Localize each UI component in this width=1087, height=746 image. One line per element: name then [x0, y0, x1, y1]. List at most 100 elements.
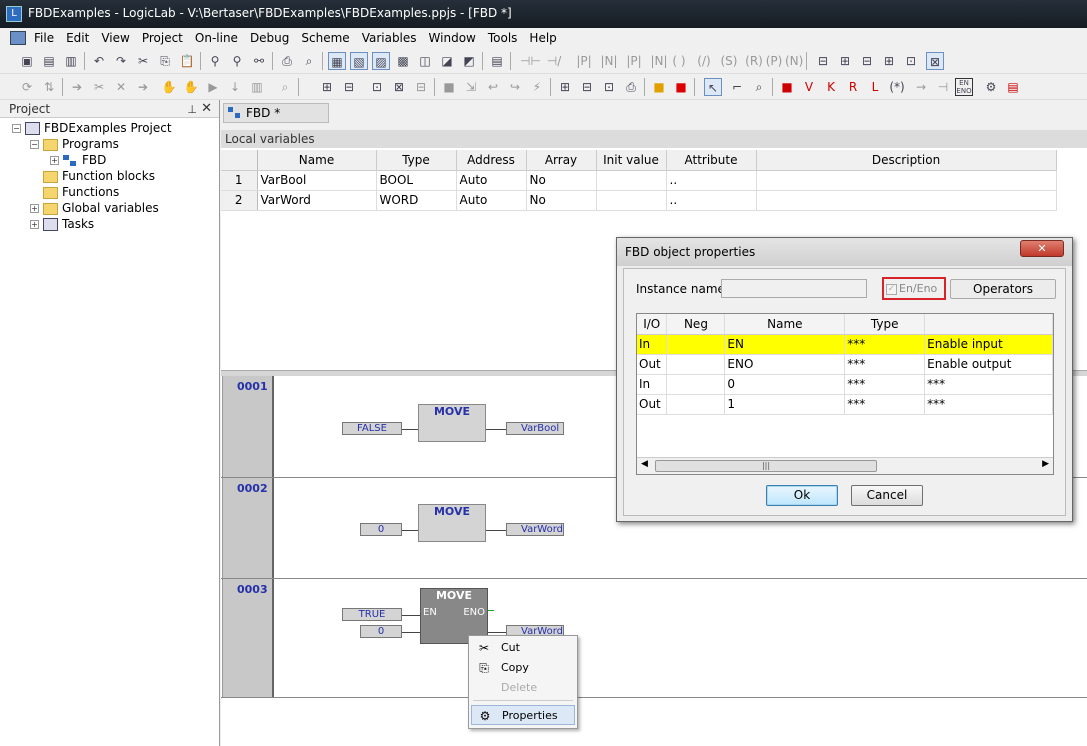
find-icon[interactable]: ⚲	[206, 52, 224, 70]
view-output-icon[interactable]: ▨	[372, 52, 390, 70]
tree-fbd[interactable]: + FBD	[50, 152, 106, 168]
grid-icon[interactable]: ⊠	[926, 52, 944, 70]
paste-icon[interactable]: 📋	[178, 52, 196, 70]
new-project-icon[interactable]: ▣	[18, 52, 36, 70]
horizontal-scrollbar[interactable]: ◀ ||| ▶	[637, 457, 1053, 474]
view-debug-icon[interactable]: ◪	[438, 52, 456, 70]
hand-all-icon[interactable]: ✋	[182, 78, 200, 96]
jump-icon[interactable]: ⇲	[462, 78, 480, 96]
menu-scheme[interactable]: Scheme	[295, 28, 355, 48]
align-top-icon[interactable]: ⊟	[858, 52, 876, 70]
table-row[interactable]: Out 1 *** ***	[637, 394, 1053, 415]
open-project-icon[interactable]: ▤	[40, 52, 58, 70]
close-icon[interactable]: ✕	[1020, 240, 1064, 257]
tree-tasks[interactable]: + Tasks	[30, 216, 94, 232]
menu-tools[interactable]: Tools	[482, 28, 524, 48]
col-attribute[interactable]: Attribute	[666, 150, 757, 171]
menu-edit[interactable]: Edit	[60, 28, 95, 48]
coil-reset-icon[interactable]: (R)	[745, 52, 763, 70]
contact-p-icon[interactable]: |P|	[575, 52, 593, 70]
view-library-icon[interactable]: ▧	[350, 52, 368, 70]
col-name[interactable]: Name	[257, 150, 377, 171]
en-eno-icon[interactable]: EN ENO	[955, 78, 973, 96]
insert-function-icon[interactable]: ■	[778, 78, 796, 96]
coil-p-icon[interactable]: (P)	[765, 52, 783, 70]
network-number[interactable]: 0003	[222, 579, 274, 697]
tab-fbd[interactable]: FBD *	[223, 103, 329, 123]
download-icon[interactable]: ⇅	[40, 78, 58, 96]
context-properties[interactable]: ⚙ Properties	[471, 705, 575, 725]
breakpoint-icon[interactable]: ✂	[90, 78, 108, 96]
insert-row-icon[interactable]: ⊡	[902, 52, 920, 70]
watch-icon[interactable]: ⊟	[578, 78, 596, 96]
output-variable[interactable]: VarBool	[506, 422, 564, 435]
table-row[interactable]: Out ENO *** Enable output	[637, 354, 1053, 375]
view-properties-icon[interactable]: ◩	[460, 52, 478, 70]
en-eno-checkbox[interactable]: ✓ En/Eno	[882, 277, 946, 300]
input-constant[interactable]: 0	[360, 523, 402, 536]
align-left-icon[interactable]: ⊟	[814, 52, 832, 70]
return-icon[interactable]: ↩	[484, 78, 502, 96]
operators-button[interactable]: Operators	[950, 279, 1056, 299]
table-row[interactable]: 1 VarBool BOOL Auto No ..	[221, 170, 1057, 191]
expand-icon[interactable]: +	[30, 204, 39, 213]
ok-button[interactable]: Ok	[766, 485, 838, 506]
print-icon[interactable]: ⎙	[278, 52, 296, 70]
network-number[interactable]: 0001	[222, 376, 274, 477]
contact-no-icon[interactable]: ⊣⊢	[520, 52, 541, 70]
table-row[interactable]: In 0 *** ***	[637, 374, 1053, 395]
redo-icon[interactable]: ↷	[112, 52, 130, 70]
trace-icon[interactable]: ▥	[248, 78, 266, 96]
undo-icon[interactable]: ↶	[90, 52, 108, 70]
replace-icon[interactable]: ⚯	[250, 52, 268, 70]
debug-icon[interactable]: ⌕	[276, 78, 294, 96]
menu-online[interactable]: On-line	[189, 28, 244, 48]
menu-view[interactable]: View	[95, 28, 135, 48]
pointer-icon[interactable]: ↖	[704, 78, 722, 96]
coil-icon[interactable]: ( )	[670, 52, 688, 70]
negate-icon[interactable]: →	[912, 78, 930, 96]
context-copy[interactable]: ⎘ Copy	[471, 658, 575, 678]
step-down-icon[interactable]: ↓	[226, 78, 244, 96]
stop-icon[interactable]: ■	[440, 78, 458, 96]
print-preview-icon[interactable]: ⌕	[300, 52, 318, 70]
insert-comment-icon[interactable]: (*)	[888, 78, 906, 96]
col-description[interactable]: Description	[756, 150, 1057, 171]
output-variable[interactable]: VarWord	[506, 523, 564, 536]
remove-breakpoint-icon[interactable]: ✕	[112, 78, 130, 96]
insert-network-after-icon[interactable]: ⊠	[390, 78, 408, 96]
col-array[interactable]: Array	[526, 150, 597, 171]
properties-tb-icon[interactable]: ⚙	[982, 78, 1000, 96]
library-icon[interactable]: ▤	[1004, 78, 1022, 96]
network-number[interactable]: 0002	[222, 478, 274, 578]
copy-var-icon[interactable]: ⊡	[600, 78, 618, 96]
tree-project-root[interactable]: − FBDExamples Project	[12, 120, 172, 136]
variables-icon[interactable]: ⊞	[556, 78, 574, 96]
insert-var-icon[interactable]: ⊟	[340, 78, 358, 96]
save-icon[interactable]: ▥	[62, 52, 80, 70]
insert-block-icon[interactable]: ⊞	[318, 78, 336, 96]
view-oscilloscope-icon[interactable]: ◫	[416, 52, 434, 70]
step-icon[interactable]: ➔	[68, 78, 86, 96]
close-icon[interactable]: ✕	[201, 100, 212, 118]
scroll-thumb[interactable]: |||	[655, 460, 877, 472]
scroll-left-icon[interactable]: ◀	[641, 459, 648, 469]
input-constant[interactable]: 0	[360, 625, 402, 638]
zoom-icon[interactable]: ⌕	[750, 78, 768, 96]
collapse-icon[interactable]: −	[30, 140, 39, 149]
menu-variables[interactable]: Variables	[356, 28, 423, 48]
insert-network-icon[interactable]: ⊡	[368, 78, 386, 96]
play-icon[interactable]: ▶	[204, 78, 222, 96]
tree-global-variables[interactable]: + Global variables	[30, 200, 159, 216]
table-row[interactable]: In EN *** Enable input	[637, 334, 1053, 355]
menu-file[interactable]: File	[28, 28, 60, 48]
note-icon[interactable]: ■	[650, 78, 668, 96]
menu-window[interactable]: Window	[423, 28, 482, 48]
insert-return-icon[interactable]: R	[844, 78, 862, 96]
cancel-button[interactable]: Cancel	[851, 485, 923, 506]
view-watch-icon[interactable]: ▩	[394, 52, 412, 70]
context-cut[interactable]: ✂ Cut	[471, 638, 575, 658]
menu-debug[interactable]: Debug	[244, 28, 295, 48]
insert-label-icon[interactable]: L	[866, 78, 884, 96]
run-to-icon[interactable]: ➔	[134, 78, 152, 96]
